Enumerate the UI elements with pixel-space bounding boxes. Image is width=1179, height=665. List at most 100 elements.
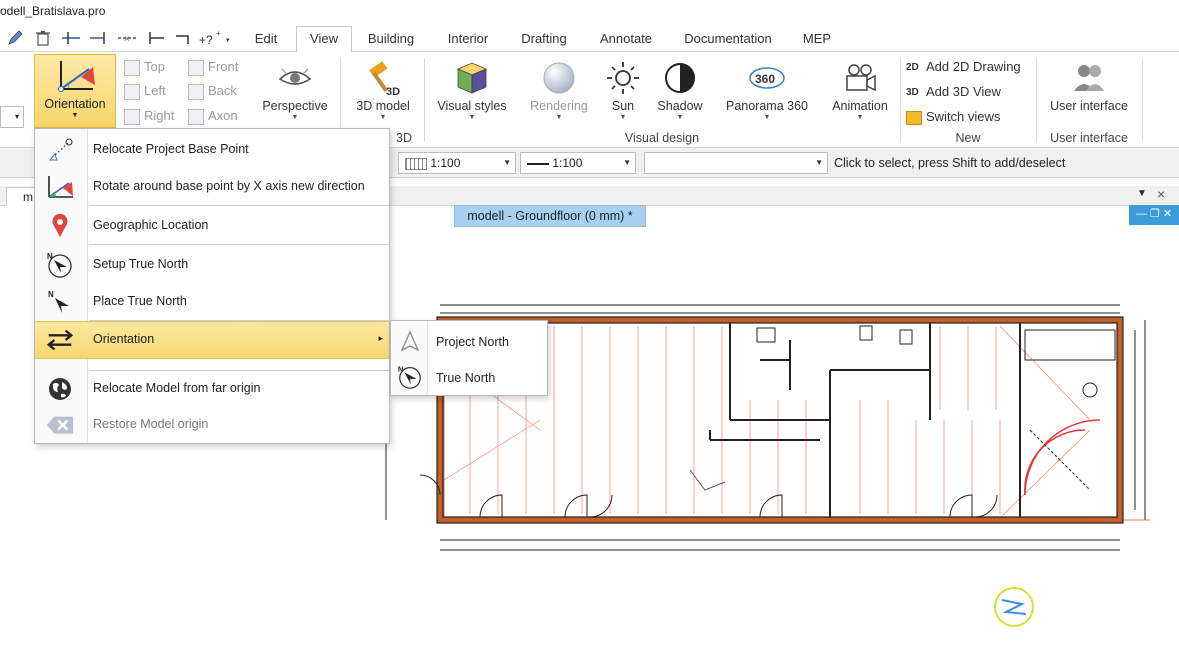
- chevron-down-icon: ▼: [291, 114, 299, 121]
- svg-text:+?: +?: [199, 33, 213, 47]
- user-interface-label: User interface: [1050, 99, 1128, 113]
- scale-combo-1[interactable]: 1:100 ▼: [398, 152, 516, 174]
- orientation-submenu: Project North N True North: [390, 320, 548, 396]
- orientation-menu: Relocate Project Base Point Rotate aroun…: [34, 128, 390, 444]
- menu-item-rotate-base-point[interactable]: Rotate around base point by X axis new d…: [35, 169, 389, 205]
- pencil-icon[interactable]: [4, 27, 26, 49]
- tab-documentation[interactable]: Documentation: [676, 28, 780, 52]
- user-interface-button[interactable]: User interface: [1042, 56, 1136, 128]
- compass-icon: N: [45, 252, 75, 278]
- view-tab[interactable]: modell - Groundfloor (0 mm) *: [454, 205, 646, 227]
- visual-styles-button[interactable]: Visual styles ▼: [430, 56, 514, 128]
- base-point-icon: [45, 137, 75, 163]
- shadow-label: Shadow: [657, 99, 703, 113]
- half-circle-icon: [665, 63, 695, 93]
- tee-line-icon[interactable]: [144, 27, 166, 49]
- panorama-label: Panorama 360: [725, 99, 808, 113]
- view-front-button[interactable]: Front: [188, 56, 238, 78]
- location-pin-icon: [45, 213, 75, 239]
- visual-styles-label: Visual styles: [437, 99, 507, 113]
- line-weight-icon: [527, 162, 549, 165]
- menu-item-geographic-location[interactable]: Geographic Location: [35, 208, 389, 244]
- chevron-down-icon: ▼: [379, 114, 387, 121]
- menu-item-orientation[interactable]: Orientation ▸: [35, 321, 389, 359]
- chevron-down-icon: ▼: [468, 114, 476, 121]
- hammer-3d-icon: 3D: [369, 61, 400, 97]
- group-user-interface-label: User interface: [1050, 131, 1128, 145]
- sun-icon: [607, 62, 639, 94]
- compass-icon: N: [396, 364, 424, 390]
- menu-item-relocate-model[interactable]: Relocate Model from far origin: [35, 371, 389, 407]
- help-icon[interactable]: +? + ▾: [198, 27, 232, 49]
- tab-annotate[interactable]: Annotate: [590, 28, 662, 52]
- dimension-end-icon[interactable]: [88, 27, 110, 49]
- animation-button[interactable]: Animation ▼: [826, 56, 894, 128]
- switch-views-icon: [906, 110, 922, 125]
- menu-item-restore-origin[interactable]: Restore Model origin: [35, 407, 389, 443]
- close-window-icon[interactable]: ✕: [1163, 208, 1172, 220]
- minimize-icon[interactable]: —: [1136, 208, 1147, 220]
- tab-drafting[interactable]: Drafting: [512, 28, 576, 52]
- group-new-label: New: [955, 131, 981, 145]
- sun-label: Sun: [611, 99, 635, 113]
- switch-views-button[interactable]: Switch views: [906, 106, 1000, 128]
- video-camera-icon: [846, 64, 876, 92]
- chevron-down-icon: ▼: [555, 114, 563, 121]
- title-bar: odell_Bratislava.pro: [0, 0, 1179, 24]
- cube-icon: [456, 62, 488, 94]
- tab-building[interactable]: Building: [358, 28, 424, 52]
- tab-mep[interactable]: MEP: [794, 28, 840, 52]
- menu-item-setup-true-north[interactable]: N Setup True North: [35, 247, 389, 283]
- dimension-icon[interactable]: [60, 27, 82, 49]
- eye-icon: [278, 68, 312, 85]
- close-icon[interactable]: ×: [1157, 186, 1165, 202]
- menu-item-place-true-north[interactable]: N Place True North: [35, 284, 389, 320]
- svg-text:N: N: [398, 364, 403, 373]
- group-3d-label: 3D: [396, 131, 412, 145]
- chevron-down-icon: ▼: [815, 158, 823, 167]
- view-back-button[interactable]: Back: [188, 80, 237, 102]
- trash-icon[interactable]: [32, 27, 54, 49]
- svg-text:3D: 3D: [386, 86, 400, 97]
- tab-edit[interactable]: Edit: [244, 28, 288, 52]
- view-axon-button[interactable]: Axon: [188, 105, 238, 127]
- users-icon: [1074, 65, 1104, 91]
- animation-label: Animation: [832, 99, 888, 113]
- model-3d-label: 3D model: [356, 99, 410, 113]
- rendering-button[interactable]: Rendering ▼: [522, 56, 596, 128]
- tab-view[interactable]: View: [296, 26, 352, 53]
- view-top-button[interactable]: Top: [124, 56, 165, 78]
- triangle-north-icon: [396, 328, 424, 354]
- chevron-down-icon: ▼: [619, 114, 627, 121]
- svg-text:×: ×: [124, 34, 130, 45]
- menu-item-relocate-base-point[interactable]: Relocate Project Base Point: [35, 132, 389, 168]
- submenu-item-project-north[interactable]: Project North: [391, 323, 547, 359]
- tab-interior[interactable]: Interior: [436, 28, 500, 52]
- submenu-item-true-north[interactable]: N True North: [391, 359, 547, 395]
- view-left-button[interactable]: Left: [124, 80, 166, 102]
- chevron-down-icon: ▼: [856, 114, 864, 121]
- shadow-button[interactable]: Shadow ▼: [652, 56, 708, 128]
- hatch-icon: [405, 157, 427, 170]
- ribbon-tab-row: × +? + ▾ Edit View Building Interior Draft…: [0, 24, 1179, 53]
- orientation-button[interactable]: Orientation ▼: [34, 54, 116, 128]
- chevron-down-icon: ▼: [503, 158, 511, 167]
- add-2d-drawing-button[interactable]: 2D Add 2D Drawing: [906, 56, 1021, 78]
- sun-button[interactable]: Sun ▼: [600, 56, 646, 128]
- perspective-button[interactable]: Perspective ▼: [256, 56, 334, 128]
- add-3d-view-button[interactable]: 3D Add 3D View: [906, 81, 1001, 103]
- model-3d-button[interactable]: 3D 3D model ▼: [346, 56, 420, 128]
- svg-text:+: +: [216, 29, 221, 38]
- partial-combo[interactable]: ▾: [0, 106, 24, 128]
- chevron-right-icon: ▸: [378, 333, 383, 343]
- layer-combo[interactable]: ▼: [644, 152, 828, 174]
- scale-combo-2[interactable]: 1:100 ▼: [520, 152, 636, 174]
- window-title: odell_Bratislava.pro: [0, 4, 106, 18]
- tab-dropdown-icon[interactable]: ▼: [1137, 188, 1147, 199]
- view-right-button[interactable]: Right: [124, 105, 174, 127]
- corner-line-icon[interactable]: [172, 27, 194, 49]
- cut-line-icon[interactable]: ×: [116, 27, 138, 49]
- restore-icon[interactable]: ❐: [1150, 208, 1160, 220]
- panorama-360-button[interactable]: 360 Panorama 360 ▼: [718, 56, 816, 128]
- window-controls[interactable]: — ❐ ✕: [1129, 205, 1179, 225]
